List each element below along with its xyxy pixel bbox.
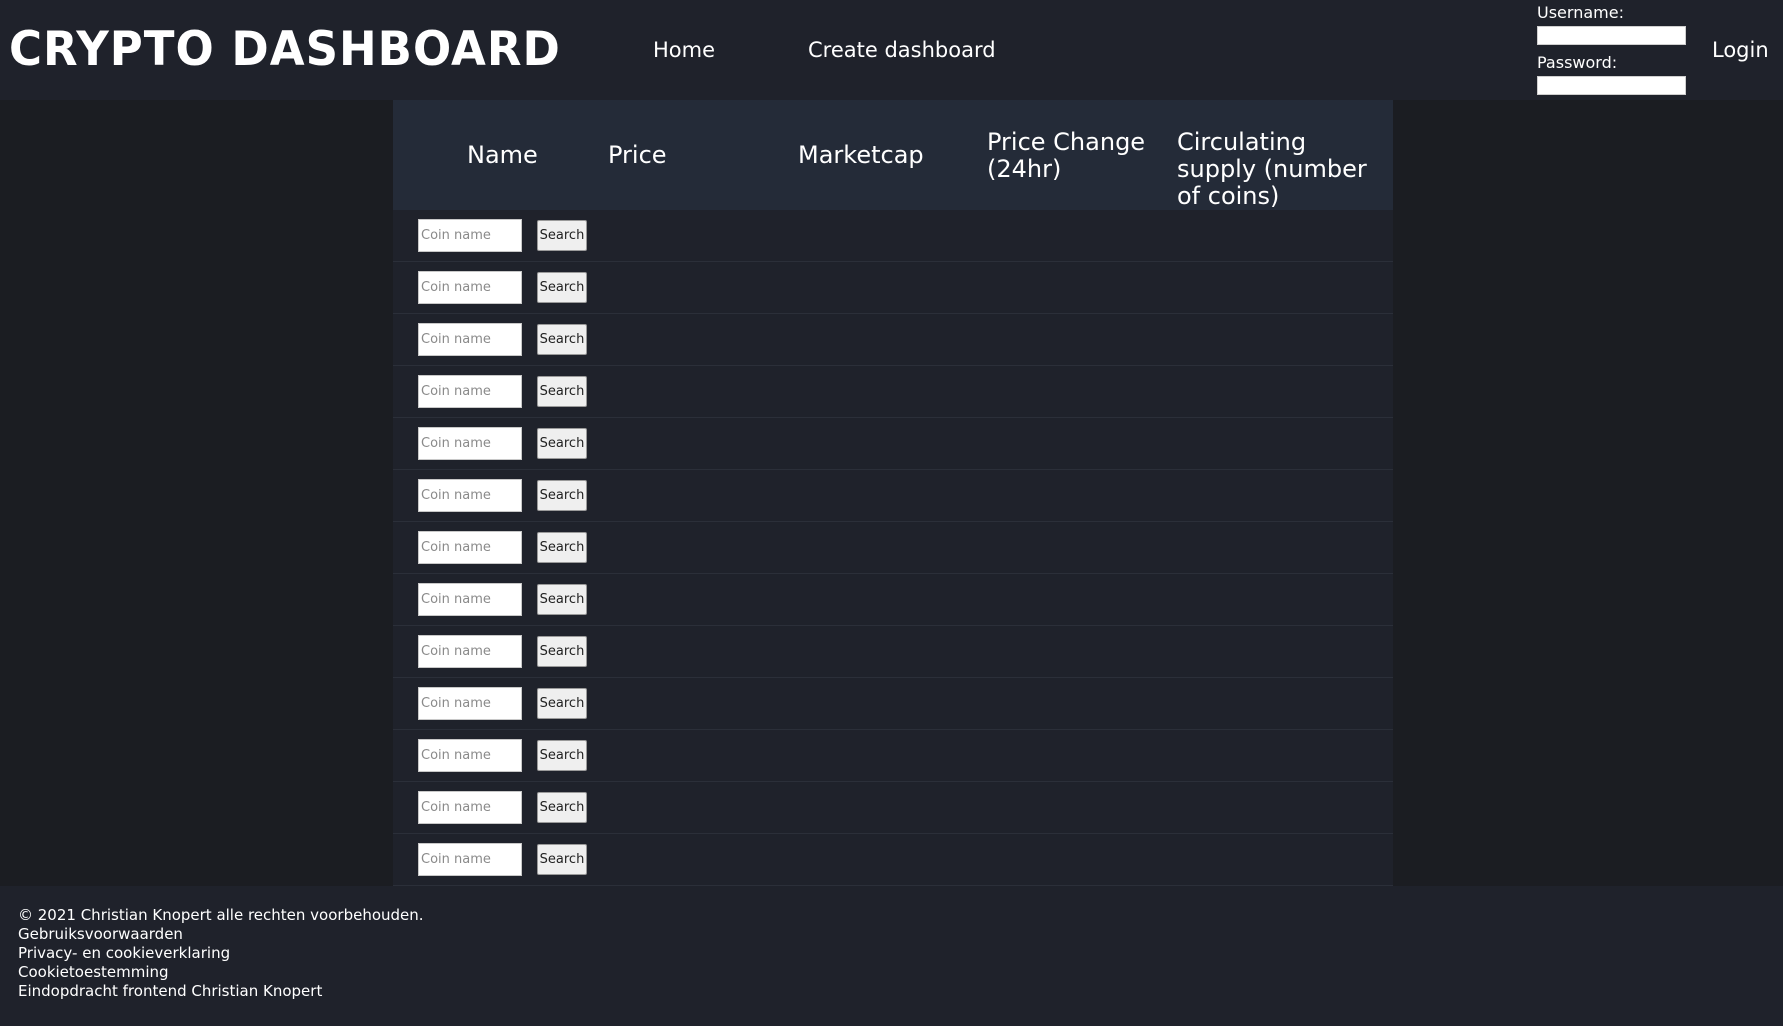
search-button[interactable]: Search: [537, 844, 587, 875]
search-button[interactable]: Search: [537, 220, 587, 251]
search-button[interactable]: Search: [537, 636, 587, 667]
page-footer: © 2021 Christian Knopert alle rechten vo…: [0, 886, 1783, 1026]
coin-name-input[interactable]: [418, 583, 522, 616]
column-header-name: Name: [467, 141, 538, 169]
login-button[interactable]: Login: [1712, 38, 1769, 62]
table-row: Search: [393, 262, 1393, 314]
coin-name-input[interactable]: [418, 375, 522, 408]
coin-name-input[interactable]: [418, 323, 522, 356]
table-row: Search: [393, 314, 1393, 366]
top-header: CRYPTO DASHBOARD Home Create dashboard U…: [0, 0, 1783, 100]
coin-name-input[interactable]: [418, 271, 522, 304]
coin-name-input[interactable]: [418, 843, 522, 876]
column-header-price: Price: [608, 141, 667, 169]
search-button[interactable]: Search: [537, 376, 587, 407]
coin-name-input[interactable]: [418, 219, 522, 252]
terms-link[interactable]: Gebruiksvoorwaarden: [18, 925, 424, 944]
column-header-price-change: Price Change (24hr): [987, 128, 1146, 183]
dashboard-table: Name Price Marketcap Price Change (24hr)…: [393, 100, 1393, 886]
coin-name-input[interactable]: [418, 479, 522, 512]
table-body: Search Search Search Search Search Searc…: [393, 210, 1393, 886]
password-label: Password:: [1537, 53, 1618, 72]
search-button[interactable]: Search: [537, 324, 587, 355]
login-form: Username: Password:: [1537, 4, 1687, 104]
search-button[interactable]: Search: [537, 584, 587, 615]
nav-home-link[interactable]: Home: [653, 38, 715, 62]
coin-name-input[interactable]: [418, 687, 522, 720]
username-label: Username:: [1537, 3, 1624, 22]
cookie-consent-link[interactable]: Cookietoestemming: [18, 963, 424, 982]
project-credit-text: Eindopdracht frontend Christian Knopert: [18, 982, 323, 1000]
nav-create-dashboard-link[interactable]: Create dashboard: [808, 38, 996, 62]
table-row: Search: [393, 626, 1393, 678]
footer-links: © 2021 Christian Knopert alle rechten vo…: [18, 906, 424, 1001]
table-row: Search: [393, 834, 1393, 886]
table-header: Name Price Marketcap Price Change (24hr)…: [393, 100, 1393, 210]
site-logo-title: CRYPTO DASHBOARD: [9, 20, 561, 77]
search-button[interactable]: Search: [537, 272, 587, 303]
search-button[interactable]: Search: [537, 688, 587, 719]
coin-name-input[interactable]: [418, 531, 522, 564]
search-button[interactable]: Search: [537, 740, 587, 771]
column-header-circulating-supply: Circulating supply (number of coins): [1177, 128, 1367, 210]
search-button[interactable]: Search: [537, 480, 587, 511]
table-row: Search: [393, 574, 1393, 626]
table-row: Search: [393, 418, 1393, 470]
coin-name-input[interactable]: [418, 739, 522, 772]
table-row: Search: [393, 366, 1393, 418]
table-row: Search: [393, 522, 1393, 574]
search-button[interactable]: Search: [537, 532, 587, 563]
table-row: Search: [393, 782, 1393, 834]
username-field[interactable]: [1537, 26, 1686, 45]
coin-name-input[interactable]: [418, 791, 522, 824]
table-row: Search: [393, 210, 1393, 262]
table-row: Search: [393, 678, 1393, 730]
privacy-link[interactable]: Privacy- en cookieverklaring: [18, 944, 424, 963]
search-button[interactable]: Search: [537, 428, 587, 459]
coin-name-input[interactable]: [418, 427, 522, 460]
column-header-marketcap: Marketcap: [798, 141, 924, 169]
table-row: Search: [393, 730, 1393, 782]
search-button[interactable]: Search: [537, 792, 587, 823]
password-field[interactable]: [1537, 76, 1686, 95]
coin-name-input[interactable]: [418, 635, 522, 668]
copyright-text: © 2021 Christian Knopert alle rechten vo…: [18, 906, 424, 924]
table-row: Search: [393, 470, 1393, 522]
